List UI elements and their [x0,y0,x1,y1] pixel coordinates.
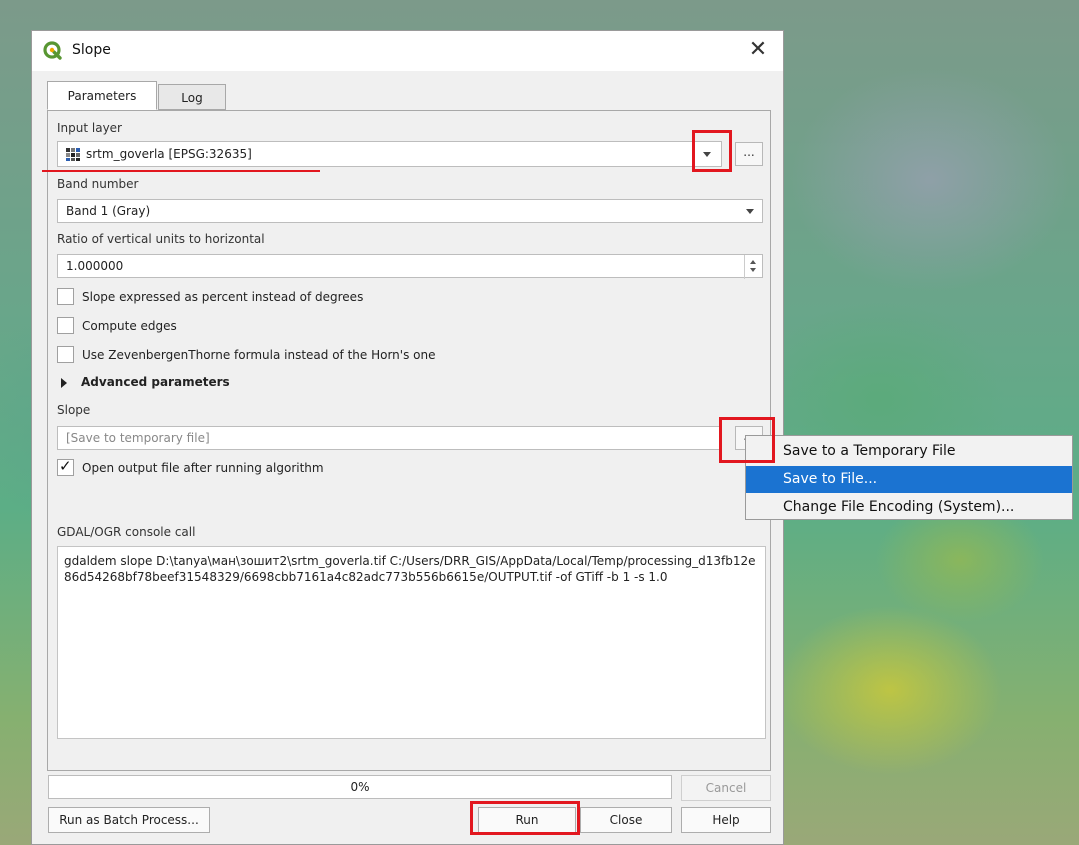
close-button[interactable]: Close [580,807,672,833]
chevron-down-icon[interactable] [703,152,711,157]
input-layer-browse-button[interactable]: ... [735,142,763,166]
advanced-parameters-toggle[interactable]: Advanced parameters [81,375,230,389]
band-number-select[interactable]: Band 1 (Gray) [57,199,763,223]
open-output-checkbox[interactable]: ✓ [57,457,74,476]
percent-checkbox[interactable] [57,288,74,305]
triangle-right-icon[interactable] [61,378,67,388]
menu-item-change-encoding[interactable]: Change File Encoding (System)... [746,494,1072,521]
run-button[interactable]: Run [478,807,576,833]
compute-edges-label: Compute edges [82,319,177,333]
raster-layer-icon [66,148,80,161]
band-number-label: Band number [57,177,139,191]
output-context-menu: Save to a Temporary File Save to File...… [745,435,1073,520]
annotation-underline [42,170,320,172]
slope-output-field[interactable]: [Save to temporary file] [57,426,721,450]
help-button[interactable]: Help [681,807,771,833]
slope-output-placeholder: [Save to temporary file] [66,431,210,445]
console-call-text: gdaldem slope D:\tanya\ман\зошит2\srtm_g… [64,554,756,584]
qgis-logo-icon [43,41,62,60]
console-call-label: GDAL/OGR console call [57,525,196,539]
tab-log[interactable]: Log [158,84,226,110]
input-layer-label: Input layer [57,121,122,135]
zevenbergen-checkbox[interactable] [57,346,74,363]
run-batch-button[interactable]: Run as Batch Process... [48,807,210,833]
spin-arrows-icon[interactable] [744,255,762,279]
chevron-down-icon[interactable] [746,209,754,214]
ratio-label: Ratio of vertical units to horizontal [57,232,265,246]
progress-bar: 0% [48,775,672,799]
tab-parameters[interactable]: Parameters [47,81,157,110]
input-layer-value: srtm_goverla [EPSG:32635] [86,147,252,161]
zevenbergen-label: Use ZevenbergenThorne formula instead of… [82,348,436,362]
menu-item-save-to-file[interactable]: Save to File... [746,466,1072,493]
title-bar: Slope ✕ [32,31,783,71]
band-number-value: Band 1 (Gray) [66,204,151,218]
menu-item-save-temporary[interactable]: Save to a Temporary File [746,438,1072,465]
parameters-panel: Input layer srtm_goverla [EPSG:32635] ..… [47,110,771,771]
input-layer-select[interactable]: srtm_goverla [EPSG:32635] [57,141,722,167]
close-icon[interactable]: ✕ [747,37,769,63]
slope-output-label: Slope [57,403,91,417]
percent-checkbox-label: Slope expressed as percent instead of de… [82,290,364,304]
checkmark-icon: ✓ [59,457,72,475]
ratio-value: 1.000000 [66,259,124,273]
ratio-spinbox[interactable]: 1.000000 [57,254,763,279]
cancel-button[interactable]: Cancel [681,775,771,801]
compute-edges-checkbox[interactable] [57,317,74,334]
slope-dialog: Slope ✕ Parameters Log Input layer srtm_… [31,30,784,845]
window-title: Slope [72,42,111,58]
console-call-textarea[interactable]: gdaldem slope D:\tanya\ман\зошит2\srtm_g… [57,546,766,739]
open-output-label: Open output file after running algorithm [82,461,324,475]
